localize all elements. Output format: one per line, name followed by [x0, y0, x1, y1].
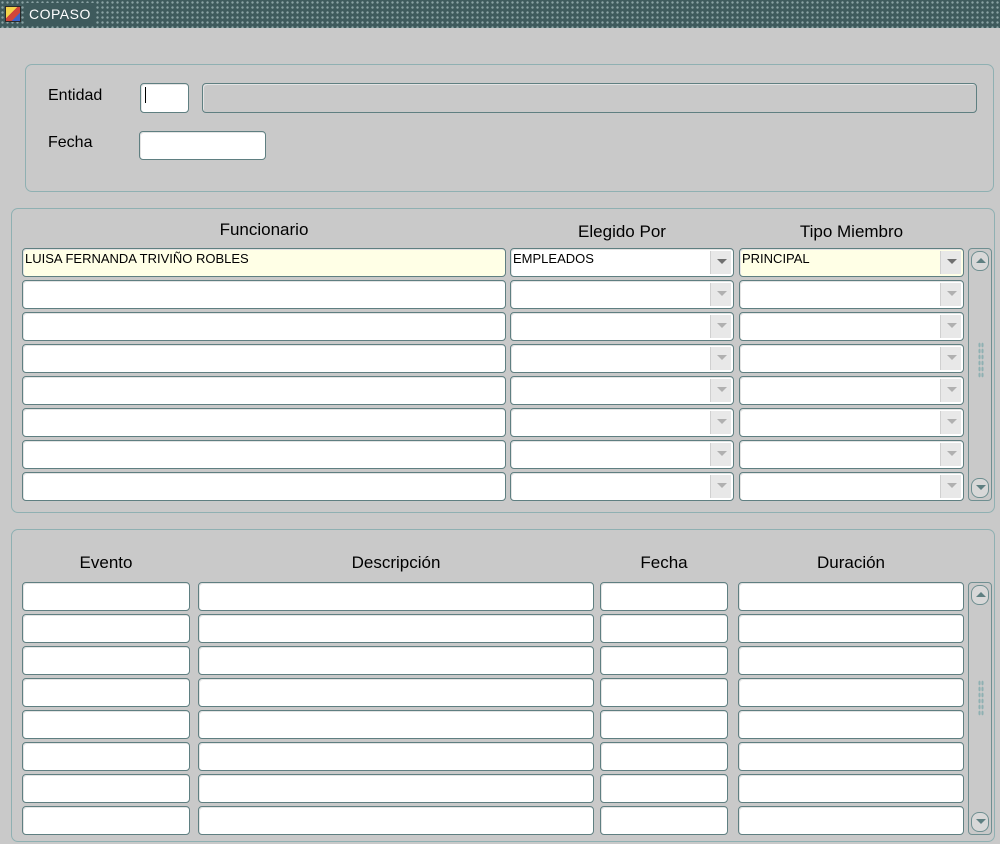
col-funcionario: Funcionario [219, 220, 309, 239]
funcionario-field[interactable] [22, 376, 506, 405]
descripcion-field[interactable] [198, 678, 594, 707]
chevron-down-icon[interactable] [940, 283, 961, 306]
duracion-field[interactable] [738, 742, 964, 771]
scroll-up-icon[interactable] [971, 251, 989, 271]
fecha-field[interactable] [139, 131, 266, 160]
descripcion-field[interactable] [198, 742, 594, 771]
entidad-code-field[interactable] [140, 83, 189, 113]
duracion-field[interactable] [738, 774, 964, 803]
chevron-down-icon[interactable] [710, 347, 731, 370]
fecha-label: Fecha [48, 134, 93, 151]
funcionario-field-value: LUISA FERNANDA TRIVIÑO ROBLES [25, 251, 249, 266]
tipo-miembro-select-value: PRINCIPAL [742, 251, 810, 266]
elegido-por-select[interactable]: EMPLEADOS [510, 248, 734, 277]
fecha-field[interactable] [600, 774, 728, 803]
tipo-miembro-select[interactable] [739, 440, 964, 469]
fecha-field[interactable] [600, 710, 728, 739]
funcionario-field[interactable] [22, 312, 506, 341]
elegido-por-select[interactable] [510, 472, 734, 501]
scroll-down-icon[interactable] [971, 478, 989, 498]
col-elegido-por: Elegido Por [578, 222, 666, 241]
entidad-name-field [202, 83, 977, 113]
scroll-down-icon[interactable] [971, 812, 989, 832]
chevron-down-icon[interactable] [710, 379, 731, 402]
duracion-field[interactable] [738, 646, 964, 675]
elegido-por-select-value: EMPLEADOS [513, 251, 594, 266]
col-descripcion: Descripción [351, 553, 441, 572]
col-duracion: Duración [816, 553, 886, 572]
chevron-down-icon[interactable] [710, 315, 731, 338]
descripcion-field[interactable] [198, 582, 594, 611]
chevron-down-icon[interactable] [710, 475, 731, 498]
funcionario-field[interactable]: LUISA FERNANDA TRIVIÑO ROBLES [22, 248, 506, 277]
chevron-down-icon[interactable] [710, 411, 731, 434]
app-window-icon [5, 6, 21, 22]
funcionario-field[interactable] [22, 408, 506, 437]
elegido-por-select[interactable] [510, 376, 734, 405]
col-fecha: Fecha [640, 553, 688, 572]
funcionario-field[interactable] [22, 344, 506, 373]
chevron-down-icon[interactable] [710, 283, 731, 306]
tipo-miembro-select[interactable]: PRINCIPAL [739, 248, 964, 277]
evento-field[interactable] [22, 614, 190, 643]
funcionario-field[interactable] [22, 440, 506, 469]
duracion-field[interactable] [738, 614, 964, 643]
window-titlebar[interactable]: COPASO [0, 0, 1000, 28]
tipo-miembro-select[interactable] [739, 312, 964, 341]
fecha-field[interactable] [600, 806, 728, 835]
fecha-field[interactable] [600, 614, 728, 643]
duracion-field[interactable] [738, 806, 964, 835]
window-title: COPASO [24, 3, 96, 25]
elegido-por-select[interactable] [510, 344, 734, 373]
scroll-grip-icon [978, 680, 984, 716]
elegido-por-select[interactable] [510, 312, 734, 341]
funcionario-field[interactable] [22, 472, 506, 501]
evento-field[interactable] [22, 742, 190, 771]
chevron-down-icon[interactable] [940, 347, 961, 370]
evento-field[interactable] [22, 710, 190, 739]
chevron-down-icon[interactable] [940, 315, 961, 338]
chevron-down-icon[interactable] [940, 411, 961, 434]
duracion-field[interactable] [738, 582, 964, 611]
descripcion-field[interactable] [198, 646, 594, 675]
descripcion-field[interactable] [198, 710, 594, 739]
fecha-field[interactable] [600, 742, 728, 771]
tipo-miembro-select[interactable] [739, 408, 964, 437]
col-tipo-miembro: Tipo Miembro [799, 222, 904, 241]
entidad-label: Entidad [48, 87, 103, 104]
chevron-down-icon[interactable] [710, 443, 731, 466]
duracion-field[interactable] [738, 678, 964, 707]
descripcion-field[interactable] [198, 614, 594, 643]
scroll-up-icon[interactable] [971, 585, 989, 605]
tipo-miembro-select[interactable] [739, 344, 964, 373]
fecha-field[interactable] [600, 678, 728, 707]
tipo-miembro-select[interactable] [739, 376, 964, 405]
col-evento: Evento [79, 553, 133, 572]
duracion-field[interactable] [738, 710, 964, 739]
tipo-miembro-select[interactable] [739, 280, 964, 309]
tipo-miembro-select[interactable] [739, 472, 964, 501]
chevron-down-icon[interactable] [710, 251, 731, 274]
evento-field[interactable] [22, 678, 190, 707]
chevron-down-icon[interactable] [940, 251, 961, 274]
fecha-field[interactable] [600, 646, 728, 675]
evento-field[interactable] [22, 582, 190, 611]
evento-field[interactable] [22, 806, 190, 835]
fecha-field[interactable] [600, 582, 728, 611]
descripcion-field[interactable] [198, 774, 594, 803]
funcionario-field[interactable] [22, 280, 506, 309]
scroll-grip-icon [978, 342, 984, 378]
elegido-por-select[interactable] [510, 408, 734, 437]
chevron-down-icon[interactable] [940, 443, 961, 466]
evento-field[interactable] [22, 774, 190, 803]
chevron-down-icon[interactable] [940, 379, 961, 402]
elegido-por-select[interactable] [510, 280, 734, 309]
descripcion-field[interactable] [198, 806, 594, 835]
elegido-por-select[interactable] [510, 440, 734, 469]
evento-field[interactable] [22, 646, 190, 675]
chevron-down-icon[interactable] [940, 475, 961, 498]
